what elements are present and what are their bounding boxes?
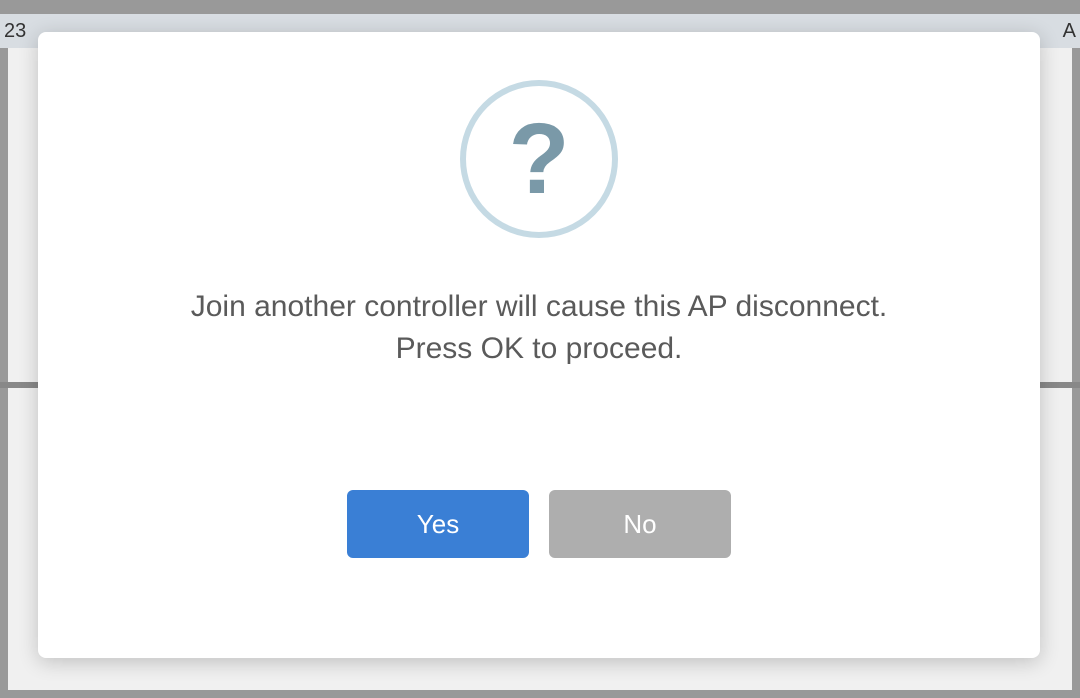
question-mark-icon: ? — [460, 80, 618, 238]
dialog-message: Join another controller will cause this … — [191, 286, 888, 370]
background-right-text: A — [1063, 20, 1076, 43]
yes-button[interactable]: Yes — [347, 490, 529, 558]
dialog-button-row: Yes No — [347, 490, 731, 558]
no-button[interactable]: No — [549, 490, 731, 558]
question-mark-glyph: ? — [508, 109, 569, 209]
confirmation-dialog: ? Join another controller will cause thi… — [38, 32, 1040, 658]
background-left-text: 23 — [4, 20, 26, 43]
